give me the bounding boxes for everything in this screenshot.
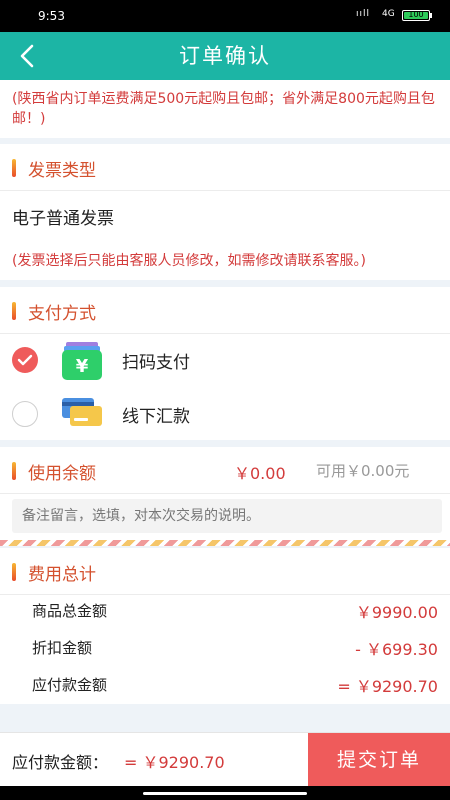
radio-selected-icon[interactable]	[12, 347, 38, 373]
balance-amount: ￥0.00	[234, 464, 286, 483]
payment-option-label: 线下汇款	[122, 407, 190, 427]
system-nav-bar	[0, 786, 450, 800]
payment-option-transfer[interactable]: 线下汇款	[0, 388, 450, 440]
chevron-left-icon	[20, 44, 34, 68]
network-label: 4G	[382, 9, 395, 19]
back-button[interactable]	[14, 41, 44, 71]
payment-section-title: 支付方式	[28, 304, 96, 324]
status-bar: 9:53 ııll 4G 100	[0, 0, 450, 32]
fees-section-header: 费用总计	[0, 548, 450, 595]
fee-value: ￥9990.00	[355, 603, 438, 622]
payment-option-label: 扫码支付	[122, 353, 190, 373]
balance-label: 使用余额	[28, 464, 96, 484]
payment-option-qr[interactable]: ¥ 扫码支付	[0, 334, 450, 386]
battery-icon: 100	[402, 10, 430, 21]
header-bar: 订单确认	[0, 32, 450, 80]
fee-label: 折扣金额	[32, 639, 93, 657]
bank-card-icon	[62, 398, 102, 426]
battery-level: 100	[408, 10, 424, 19]
fee-label: 商品总金额	[32, 602, 108, 620]
section-marker	[12, 302, 16, 320]
balance-available: 可用￥0.00元	[316, 462, 410, 480]
section-marker	[12, 159, 16, 177]
submit-order-button[interactable]: 提交订单	[308, 733, 450, 787]
section-marker	[12, 563, 16, 581]
payable-label: 应付款金额：	[12, 753, 109, 772]
status-time: 9:53	[38, 9, 65, 23]
invoice-note: (发票选择后只能由客服人员修改，如需修改请联系客服。)	[12, 253, 366, 269]
invoice-type-value[interactable]: 电子普通发票	[12, 204, 114, 229]
invoice-section: 发票类型 电子普通发票 (发票选择后只能由客服人员修改，如需修改请联系客服。)	[0, 144, 450, 280]
svg-text:¥: ¥	[76, 356, 89, 377]
fee-label: 应付款金额	[32, 676, 108, 694]
radio-unselected-icon[interactable]	[12, 401, 38, 427]
fee-row-payable: 应付款金额 = ￥9290.70	[0, 666, 450, 702]
fees-section: 费用总计 商品总金额 ￥9990.00 折扣金额 - ￥699.30 应付款金额…	[0, 548, 450, 704]
checkout-bar: 应付款金额： = ￥9290.70 提交订单	[0, 732, 450, 787]
payable-total: = ￥9290.70	[124, 753, 225, 772]
invoice-section-header: 发票类型	[0, 144, 450, 191]
section-marker	[12, 462, 16, 480]
invoice-section-title: 发票类型	[28, 161, 96, 181]
fee-value: - ￥699.30	[355, 640, 438, 659]
fees-section-title: 费用总计	[28, 565, 96, 585]
fee-row-subtotal: 商品总金额 ￥9990.00	[0, 592, 450, 628]
payment-section: 支付方式 ¥ 扫码支付 线下汇款	[0, 287, 450, 440]
balance-row[interactable]: 使用余额 ￥0.00 可用￥0.00元	[0, 447, 450, 494]
payment-section-header: 支付方式	[0, 287, 450, 334]
page-title: 订单确认	[179, 44, 271, 68]
signal-icon: ııll	[356, 9, 371, 19]
yen-wallet-icon: ¥	[62, 342, 102, 380]
remark-input[interactable]: 备注留言，选填，对本次交易的说明。	[12, 499, 442, 533]
fee-row-discount: 折扣金额 - ￥699.30	[0, 629, 450, 665]
decorative-stripe	[0, 540, 450, 546]
fee-value: = ￥9290.70	[337, 677, 438, 696]
home-indicator[interactable]	[143, 792, 307, 795]
shipping-notice: (陕西省内订单运费满足500元起购且包邮；省外满足800元起购且包邮！)	[0, 80, 450, 138]
